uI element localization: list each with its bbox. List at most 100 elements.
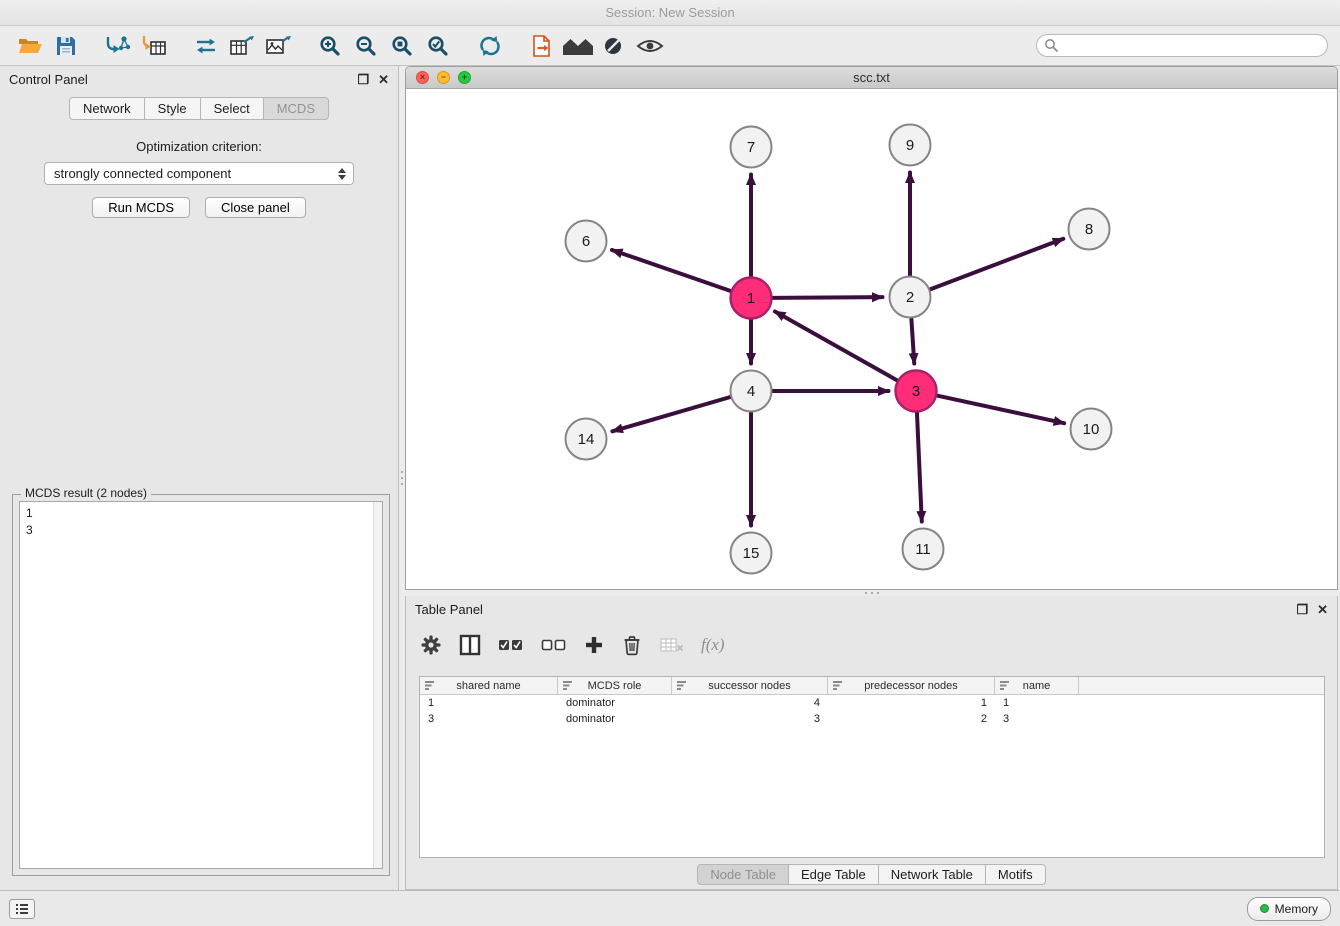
checked-boxes-icon: [498, 636, 524, 654]
optimization-criterion-label: Optimization criterion:: [0, 139, 398, 154]
table-row[interactable]: 1dominator411: [420, 695, 1324, 711]
memory-button[interactable]: Memory: [1247, 897, 1331, 921]
graph-node-9[interactable]: 9: [890, 125, 931, 166]
graph-node-11[interactable]: 11: [903, 529, 944, 570]
table-cell[interactable]: 2: [828, 713, 995, 725]
svg-text:7: 7: [747, 139, 755, 156]
graph-node-8[interactable]: 8: [1069, 209, 1110, 250]
graph-node-10[interactable]: 10: [1071, 409, 1112, 450]
function-builder-button[interactable]: f(x): [701, 635, 725, 655]
open-folder-icon: [17, 35, 43, 57]
float-panel-icon[interactable]: ❐: [357, 73, 369, 86]
add-entry-button[interactable]: [584, 635, 604, 655]
table-cell[interactable]: 3: [995, 713, 1079, 725]
table-settings-button[interactable]: [420, 634, 442, 656]
graph-node-2[interactable]: 2: [890, 277, 931, 318]
panel-toggle-button[interactable]: [9, 899, 35, 919]
graph-edge-2-3[interactable]: [911, 318, 914, 363]
zoom-fit-button[interactable]: [384, 30, 420, 62]
tab-style[interactable]: Style: [144, 97, 201, 120]
graph-node-3[interactable]: 3: [896, 371, 937, 412]
tab-motifs[interactable]: Motifs: [985, 864, 1046, 885]
control-panel: Control Panel ❐ ✕ Network Style Select M…: [0, 66, 399, 890]
export-document-button[interactable]: [524, 30, 560, 62]
graph-edge-1-2[interactable]: [772, 297, 882, 298]
table-row[interactable]: 3dominator323: [420, 711, 1324, 727]
graph-edge-3-11[interactable]: [917, 412, 922, 521]
table-cell[interactable]: dominator: [558, 697, 672, 709]
memory-status-icon: [1260, 904, 1269, 913]
search-input[interactable]: [1036, 34, 1328, 57]
graph-edge-1-6[interactable]: [612, 250, 731, 291]
close-panel-button[interactable]: Close panel: [205, 197, 306, 218]
unselect-all-button[interactable]: [541, 636, 567, 654]
main-toolbar: [0, 26, 1340, 66]
graph-edge-4-14[interactable]: [612, 397, 730, 431]
graph-edge-3-10[interactable]: [937, 396, 1064, 424]
window-zoom-button[interactable]: +: [458, 71, 471, 84]
delete-entry-button[interactable]: [621, 634, 643, 656]
table-cell[interactable]: 4: [672, 697, 828, 709]
delete-table-button[interactable]: [660, 636, 684, 654]
table-cell[interactable]: 3: [420, 713, 558, 725]
tab-mcds[interactable]: MCDS: [263, 97, 329, 120]
select-all-button[interactable]: [498, 636, 524, 654]
toolbar-search: [1036, 34, 1328, 57]
first-neighbors-button[interactable]: [560, 30, 596, 62]
column-header-shared-name[interactable]: shared name: [420, 677, 558, 694]
show-graphics-details-button[interactable]: [632, 30, 668, 62]
tab-edge-table[interactable]: Edge Table: [788, 864, 879, 885]
network-window-titlebar[interactable]: × − + scc.txt: [406, 67, 1337, 89]
table-cell[interactable]: dominator: [558, 713, 672, 725]
trash-icon: [621, 634, 643, 656]
graph-node-14[interactable]: 14: [566, 419, 607, 460]
zoom-out-button[interactable]: [348, 30, 384, 62]
graph-node-4[interactable]: 4: [731, 371, 772, 412]
plus-icon: [584, 635, 604, 655]
import-network-button[interactable]: [100, 30, 136, 62]
table-cell[interactable]: 1: [420, 697, 558, 709]
graph-node-6[interactable]: 6: [566, 221, 607, 262]
close-panel-icon[interactable]: ✕: [378, 73, 389, 86]
tab-node-table[interactable]: Node Table: [697, 864, 789, 885]
graph-node-15[interactable]: 15: [731, 533, 772, 574]
mcds-result-scrollbar[interactable]: [373, 502, 382, 868]
close-panel-icon[interactable]: ✕: [1317, 603, 1328, 616]
window-minimize-button[interactable]: −: [437, 71, 450, 84]
graph-edge-2-8[interactable]: [930, 239, 1063, 290]
open-session-button[interactable]: [12, 30, 48, 62]
import-table-button[interactable]: [136, 30, 172, 62]
export-table-button[interactable]: [224, 30, 260, 62]
apply-style-button[interactable]: [596, 30, 632, 62]
table-cell[interactable]: 1: [828, 697, 995, 709]
zoom-in-button[interactable]: [312, 30, 348, 62]
mcds-result-list[interactable]: 13: [19, 501, 383, 869]
zoom-fit-icon: [390, 34, 414, 58]
table-cell[interactable]: 3: [672, 713, 828, 725]
tab-network-table[interactable]: Network Table: [878, 864, 986, 885]
float-panel-icon[interactable]: ❐: [1296, 603, 1308, 616]
column-header-predecessor-nodes[interactable]: predecessor nodes: [828, 677, 995, 694]
save-session-button[interactable]: [48, 30, 84, 62]
control-panel-tabs: Network Style Select MCDS: [0, 97, 398, 120]
tab-network[interactable]: Network: [69, 97, 145, 120]
export-image-button[interactable]: [260, 30, 296, 62]
criterion-dropdown[interactable]: strongly connected component: [44, 162, 354, 185]
network-canvas[interactable]: 7 9 6 8 1 2 4 3 14 10 15 11: [406, 89, 1337, 589]
table-cell[interactable]: 1: [995, 697, 1079, 709]
zoom-selected-button[interactable]: [420, 30, 456, 62]
export-network-button[interactable]: [188, 30, 224, 62]
window-close-button[interactable]: ×: [416, 71, 429, 84]
graph-node-7[interactable]: 7: [731, 127, 772, 168]
tab-select[interactable]: Select: [200, 97, 264, 120]
show-columns-button[interactable]: [459, 634, 481, 656]
column-header-name[interactable]: name: [995, 677, 1079, 694]
refresh-view-button[interactable]: [472, 30, 508, 62]
graph-node-1[interactable]: 1: [731, 278, 772, 319]
column-header-mcds-role[interactable]: MCDS role: [558, 677, 672, 694]
refresh-icon: [478, 34, 502, 58]
memory-label: Memory: [1275, 902, 1318, 916]
column-header-successor-nodes[interactable]: successor nodes: [672, 677, 828, 694]
run-mcds-button[interactable]: Run MCDS: [92, 197, 190, 218]
graph-edge-3-1[interactable]: [775, 312, 897, 381]
